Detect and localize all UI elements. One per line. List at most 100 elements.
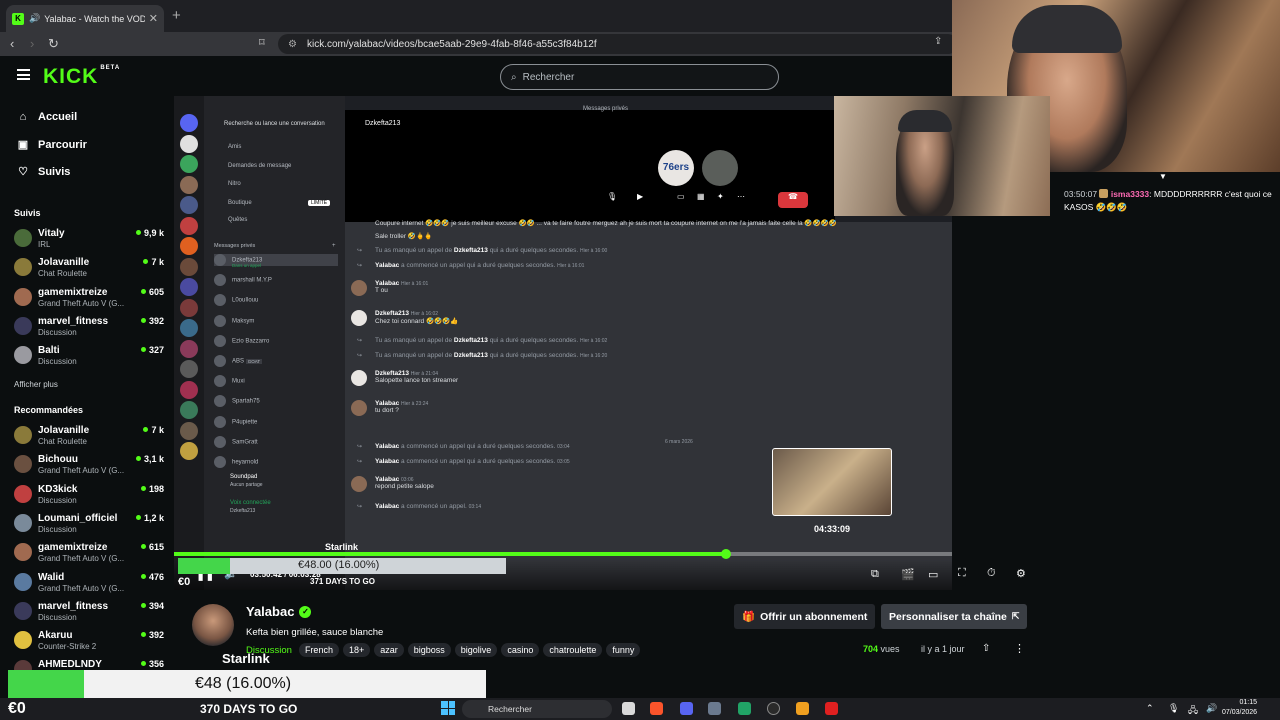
- volume-tray-icon[interactable]: 🔊: [1206, 703, 1217, 714]
- brave-icon[interactable]: [650, 702, 663, 715]
- more-options-icon[interactable]: ⋮: [1014, 642, 1025, 655]
- sidebar-channel[interactable]: marvel_fitness Discussion 394: [14, 599, 164, 625]
- clip-icon[interactable]: 🎬: [901, 568, 915, 581]
- discord-dm-item[interactable]: ABS GOAT: [214, 355, 263, 367]
- sidebar-channel[interactable]: Vitaly IRL 9,9 k: [14, 226, 164, 252]
- discord-server-icon[interactable]: [180, 237, 198, 255]
- discord-dm-item[interactable]: Ezio Bazzarro: [214, 334, 269, 347]
- new-tab-icon[interactable]: +: [172, 7, 181, 24]
- discord-server-icon[interactable]: [180, 134, 198, 153]
- discord-server-icon[interactable]: [180, 442, 198, 460]
- discord-server-icon[interactable]: [180, 216, 198, 235]
- stream-tag[interactable]: 18+: [342, 643, 371, 657]
- nav-following[interactable]: ♡ Suivis: [16, 165, 70, 179]
- discord-dm-item[interactable]: L0ouIlouu: [214, 294, 258, 307]
- message-avatar: [351, 280, 367, 296]
- windows-start-icon[interactable]: [441, 701, 455, 715]
- excel-icon[interactable]: [738, 702, 751, 715]
- discord-dm-item[interactable]: marshall M.Y.P: [214, 274, 272, 287]
- tray-chevron-icon[interactable]: ⌃: [1146, 703, 1154, 714]
- sidebar-channel[interactable]: Jolavanille Chat Roulette 7 k: [14, 423, 164, 449]
- discord-server-icon[interactable]: [180, 360, 198, 378]
- stream-tag[interactable]: bigboss: [407, 643, 451, 657]
- gift-sub-button[interactable]: 🎁 Offrir un abonnement: [734, 604, 876, 629]
- seek-bar[interactable]: [174, 549, 952, 559]
- discord-server-icon[interactable]: [180, 319, 198, 337]
- stream-tag[interactable]: funny: [606, 643, 641, 657]
- sidebar-channel[interactable]: gamemixtreize Grand Theft Auto V (G... 615: [14, 540, 164, 566]
- stream-tag[interactable]: bigolive: [454, 643, 498, 657]
- discord-dm-item[interactable]: P4upiette: [214, 415, 257, 428]
- site-info-icon[interactable]: ⚙: [288, 39, 297, 50]
- forward-icon[interactable]: ›: [30, 36, 34, 51]
- search-input[interactable]: ⌕ Rechercher: [500, 64, 779, 90]
- discord-server-icon[interactable]: [180, 155, 198, 173]
- customize-channel-button[interactable]: Personnaliser ta chaîne ⇱: [881, 604, 1028, 629]
- nav-browse[interactable]: ▣ Parcourir: [16, 138, 87, 152]
- mic-tray-icon[interactable]: 🎙: [1168, 703, 1179, 714]
- task-view-icon[interactable]: [622, 702, 635, 715]
- share-icon[interactable]: ⇧: [982, 643, 990, 654]
- playback-speed-icon[interactable]: ⏱: [987, 567, 996, 580]
- nav-home[interactable]: ⌂ Accueil: [16, 111, 77, 123]
- sidebar-channel[interactable]: Walid Grand Theft Auto V (G... 476: [14, 570, 164, 596]
- discord-server-icon[interactable]: [180, 257, 198, 276]
- discord-server-icon[interactable]: [180, 114, 198, 132]
- discord-server-icon[interactable]: [180, 196, 198, 214]
- stream-tag[interactable]: French: [298, 643, 339, 657]
- discord-server-icon[interactable]: [180, 339, 198, 358]
- discord-server-icon[interactable]: [180, 401, 198, 419]
- reload-icon[interactable]: ↻: [48, 36, 59, 52]
- discord-dm-item[interactable]: Dzkefta213 Dans un appel: [214, 254, 338, 268]
- back-icon[interactable]: ‹: [10, 36, 14, 51]
- discord-dm-item[interactable]: Muxi: [214, 375, 245, 388]
- discord-server-icon[interactable]: [180, 298, 198, 317]
- settings-app-icon[interactable]: [708, 702, 721, 715]
- discord-server-icon[interactable]: [180, 380, 198, 399]
- stream-tag[interactable]: casino: [501, 643, 540, 657]
- settings-icon[interactable]: ⚙: [1016, 567, 1026, 580]
- sidebar-channel[interactable]: Bichouu Grand Theft Auto V (G... 3,1 k: [14, 452, 164, 478]
- obs-icon[interactable]: [767, 702, 780, 715]
- app-icon[interactable]: [796, 702, 809, 715]
- stream-tag[interactable]: azar: [374, 643, 404, 657]
- sidebar-channel[interactable]: gamemixtreize Grand Theft Auto V (G... 605: [14, 285, 164, 311]
- menu-icon[interactable]: [17, 69, 30, 80]
- url-bar[interactable]: ⚙ kick.com/yalabac/videos/bcae5aab-29e9-…: [278, 34, 958, 54]
- network-icon[interactable]: 🖧: [1188, 703, 1198, 719]
- discord-icon[interactable]: [680, 702, 693, 715]
- discord-dm-item[interactable]: Maksym: [214, 314, 254, 327]
- discord-server-icon[interactable]: [180, 175, 198, 194]
- discord-server-icon[interactable]: [180, 278, 198, 296]
- sidebar-channel[interactable]: Jolavanille Chat Roulette 7 k: [14, 255, 164, 281]
- sidebar-channel[interactable]: Akaruu Counter-Strike 2 392: [14, 628, 164, 654]
- discord-dm-item[interactable]: heyarnold: [214, 456, 258, 468]
- kick-logo[interactable]: KICK BETA: [43, 65, 120, 89]
- chat-collapse-icon[interactable]: ▼: [1159, 172, 1167, 181]
- viewer-count: 615: [141, 542, 164, 552]
- miniplayer-icon[interactable]: ⧉: [871, 568, 879, 581]
- sidebar-channel[interactable]: Balti Discussion 327: [14, 343, 164, 369]
- taskbar-clock[interactable]: 01:15 07/03/2026: [1222, 698, 1257, 718]
- discord-dm-item[interactable]: SamGratt: [214, 435, 258, 448]
- channel-name[interactable]: Yalabac ✓: [246, 604, 312, 619]
- taskbar-search[interactable]: Rechercher: [462, 700, 612, 718]
- share-page-icon[interactable]: ⇪: [934, 36, 942, 47]
- discord-dm-item[interactable]: Spartah75: [214, 395, 260, 408]
- discord-server-icon[interactable]: [180, 421, 198, 440]
- stream-tag[interactable]: chatroulette: [543, 643, 603, 657]
- bookmark-icon[interactable]: ⌑: [259, 36, 265, 49]
- speaker-icon[interactable]: 🔊: [29, 13, 40, 24]
- sidebar-channel[interactable]: marvel_fitness Discussion 392: [14, 314, 164, 340]
- fullscreen-icon[interactable]: ⛶: [958, 567, 966, 580]
- channel-avatar[interactable]: [192, 604, 234, 646]
- theater-mode-icon[interactable]: ▭: [928, 568, 938, 581]
- sidebar-channel[interactable]: Loumani_officiel Discussion 1,2 k: [14, 511, 164, 537]
- youtube-icon[interactable]: [825, 702, 838, 715]
- sidebar-channel[interactable]: KD3kick Discussion 198: [14, 482, 164, 508]
- browser-tab[interactable]: K 🔊 Yalabac - Watch the VOD on ✕: [6, 5, 164, 32]
- call-controls[interactable]: 🎙 ▶ ▭ ▦ ✦ ⋯ ☎: [602, 192, 831, 210]
- show-more-link[interactable]: Afficher plus: [14, 380, 58, 389]
- close-tab-icon[interactable]: ✕: [149, 12, 158, 25]
- chat-username[interactable]: isma3333: [1111, 189, 1149, 199]
